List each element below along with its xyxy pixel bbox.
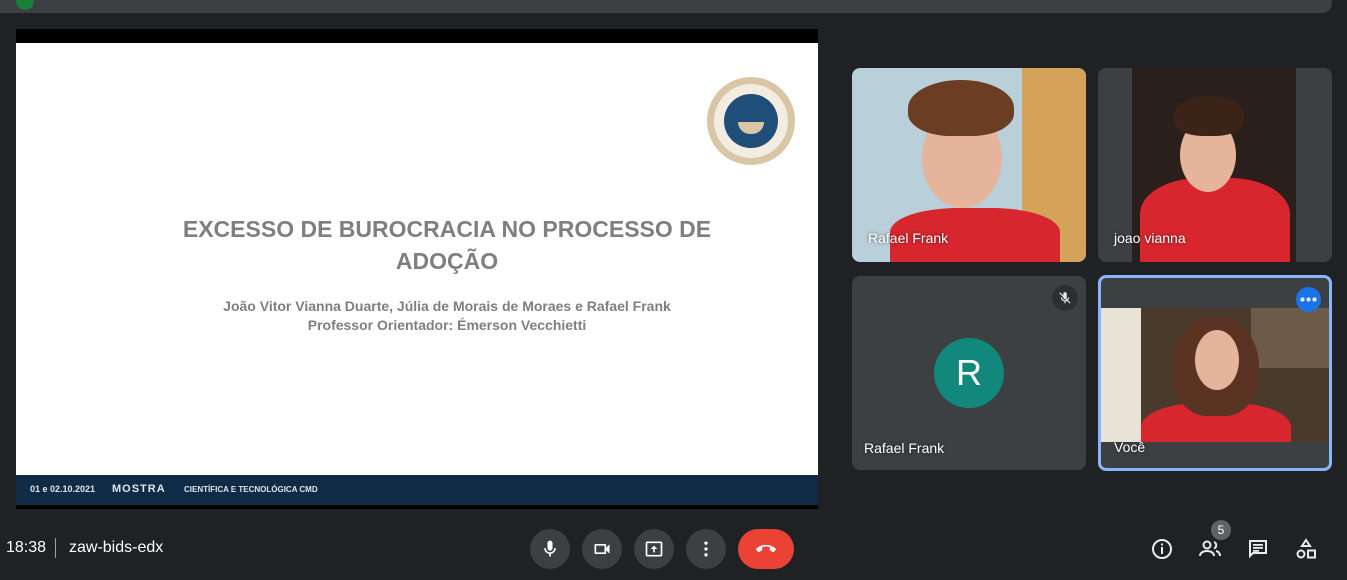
present-icon <box>645 541 663 557</box>
activities-icon[interactable] <box>1294 537 1318 561</box>
more-horiz-icon <box>1300 297 1317 302</box>
footer-mostra: MOSTRA <box>112 483 166 495</box>
slide-authors: João Vitor Vianna Duarte, Júlia de Morai… <box>223 298 671 314</box>
meeting-time: 18:38 <box>6 539 47 556</box>
people-icon[interactable] <box>1198 537 1222 561</box>
participant-tile-self[interactable]: Você <box>1098 275 1332 471</box>
slide-title: EXCESSO DE BUROCRACIA NO PROCESSO DE ADO… <box>156 213 738 277</box>
info-icon[interactable] <box>1150 537 1174 561</box>
participant-tile-joao[interactable]: joao vianna <box>1098 68 1332 262</box>
more-options-button[interactable] <box>1296 287 1321 312</box>
participant-video <box>1101 308 1329 442</box>
more-options-menu-button[interactable] <box>686 529 726 569</box>
mic-icon <box>544 540 556 557</box>
slide-credits: João Vitor Vianna Duarte, Júlia de Morai… <box>156 297 738 335</box>
participant-name: Rafael Frank <box>868 230 949 246</box>
top-bar <box>0 0 1332 13</box>
presentation-tile[interactable]: EXCESSO DE BUROCRACIA NO PROCESSO DE ADO… <box>16 29 818 509</box>
participant-name: joao vianna <box>1114 230 1186 246</box>
footer-subtitle: CIENTÍFICA E TECNOLÓGICA CMD <box>184 485 318 494</box>
leave-call-button[interactable] <box>738 529 794 569</box>
present-button[interactable] <box>634 529 674 569</box>
divider <box>55 538 56 558</box>
meeting-code: zaw-bids-edx <box>69 539 164 556</box>
microphone-button[interactable] <box>530 529 570 569</box>
camera-icon <box>594 544 610 554</box>
footer-dates: 01 e 02.10.2021 <box>30 484 96 494</box>
mic-off-indicator <box>1052 285 1078 311</box>
avatar: R <box>934 338 1004 408</box>
mic-off-icon <box>1059 292 1071 304</box>
more-vert-icon <box>704 541 708 557</box>
chat-icon[interactable] <box>1246 537 1270 561</box>
participant-tile-rafael-video[interactable]: Rafael Frank <box>852 68 1086 262</box>
camera-button[interactable] <box>582 529 622 569</box>
slide-advisor: Professor Orientador: Émerson Vecchietti <box>307 317 587 333</box>
people-count-badge: 5 <box>1211 520 1231 540</box>
slide-title-line1: EXCESSO DE BUROCRACIA NO PROCESSO DE <box>182 216 712 242</box>
participant-name: Rafael Frank <box>864 440 945 456</box>
slide-footer-band: 01 e 02.10.2021 MOSTRA CIENTÍFICA E TECN… <box>16 475 818 505</box>
school-seal-logo <box>707 77 795 165</box>
participant-name: Você <box>1114 439 1146 455</box>
status-dot <box>16 0 34 10</box>
call-end-icon <box>755 544 776 553</box>
participant-tile-rafael-avatar[interactable]: R Rafael Frank <box>852 276 1086 470</box>
slide-title-line2: ADOÇÃO <box>395 248 499 274</box>
slide: EXCESSO DE BUROCRACIA NO PROCESSO DE ADO… <box>16 43 818 505</box>
